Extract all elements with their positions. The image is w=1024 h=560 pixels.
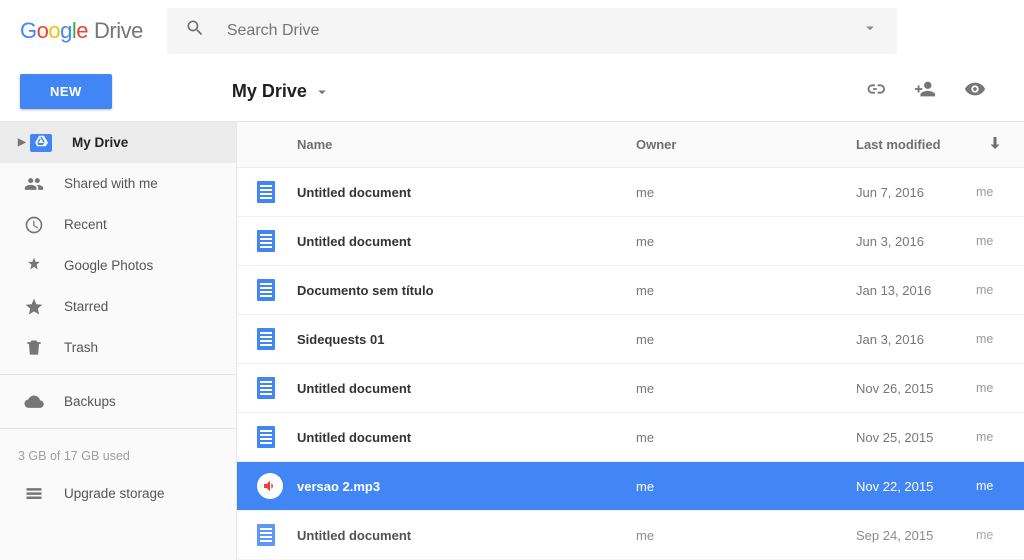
file-modified: Jun 3, 2016 (856, 234, 976, 249)
doc-icon (257, 328, 275, 350)
file-name: Untitled document (297, 234, 636, 249)
add-person-icon[interactable] (914, 78, 936, 105)
table-row[interactable]: versao 2.mp3meNov 22, 2015me (237, 462, 1024, 511)
file-owner: me (636, 234, 856, 249)
col-name[interactable]: Name (297, 137, 636, 152)
file-name: Untitled document (297, 528, 636, 543)
divider (0, 428, 236, 429)
sidebar-item-label: Backups (64, 394, 116, 409)
sidebar-item-photos[interactable]: Google Photos (0, 245, 236, 286)
file-modified-by: me (976, 185, 1004, 199)
file-name: Untitled document (297, 430, 636, 445)
table-row[interactable]: Untitled documentmeSep 24, 2015me (237, 511, 1024, 560)
sidebar-item-my-drive[interactable]: ▶ My Drive (0, 122, 236, 163)
col-modified[interactable]: Last modified (856, 137, 986, 152)
search-options-icon[interactable] (861, 19, 879, 42)
sidebar-item-label: Google Photos (64, 258, 153, 273)
file-modified-by: me (976, 234, 1004, 248)
file-modified: Jan 3, 2016 (856, 332, 976, 347)
table-row[interactable]: Untitled documentmeNov 25, 2015me (237, 413, 1024, 462)
sidebar-item-recent[interactable]: Recent (0, 204, 236, 245)
file-modified: Nov 22, 2015 (856, 479, 976, 494)
doc-icon (257, 230, 275, 252)
sidebar-item-label: Recent (64, 217, 107, 232)
file-modified-by: me (976, 528, 1004, 542)
caret-right-icon: ▶ (18, 137, 28, 148)
doc-icon (257, 181, 275, 203)
file-modified: Nov 25, 2015 (856, 430, 976, 445)
doc-icon (257, 524, 275, 546)
sidebar-item-trash[interactable]: Trash (0, 327, 236, 368)
file-owner: me (636, 332, 856, 347)
link-icon[interactable] (864, 78, 886, 105)
folder-title-label: My Drive (232, 81, 307, 102)
file-modified: Jan 13, 2016 (856, 283, 976, 298)
sidebar-item-upgrade[interactable]: Upgrade storage (0, 473, 236, 514)
file-name: Untitled document (297, 185, 636, 200)
sidebar-item-label: Upgrade storage (64, 486, 165, 501)
file-owner: me (636, 185, 856, 200)
column-header: Name Owner Last modified (237, 122, 1024, 168)
file-owner: me (636, 283, 856, 298)
file-name: Untitled document (297, 381, 636, 396)
doc-icon (257, 279, 275, 301)
search-input[interactable] (227, 22, 861, 40)
logo[interactable]: Google Drive (20, 18, 143, 44)
storage-icon (18, 484, 50, 504)
audio-icon (257, 473, 283, 499)
header: Google Drive (0, 0, 1024, 62)
sidebar: ▶ My Drive Shared with me Recent Google … (0, 122, 237, 560)
action-bar (864, 78, 986, 105)
sidebar-item-shared[interactable]: Shared with me (0, 163, 236, 204)
file-owner: me (636, 479, 856, 494)
file-name: Documento sem título (297, 283, 636, 298)
sidebar-item-label: My Drive (72, 135, 128, 150)
sort-descending-icon[interactable] (986, 134, 1004, 155)
file-modified: Jun 7, 2016 (856, 185, 976, 200)
sidebar-item-backups[interactable]: Backups (0, 381, 236, 422)
table-row[interactable]: Sidequests 01meJan 3, 2016me (237, 315, 1024, 364)
folder-breadcrumb[interactable]: My Drive (232, 81, 331, 102)
trash-icon (18, 338, 50, 358)
logo-product: Drive (94, 18, 143, 44)
file-owner: me (636, 430, 856, 445)
sidebar-item-label: Trash (64, 340, 98, 355)
preview-eye-icon[interactable] (964, 78, 986, 105)
clock-icon (18, 215, 50, 235)
file-owner: me (636, 381, 856, 396)
file-owner: me (636, 528, 856, 543)
people-icon (18, 174, 50, 194)
search-icon (185, 18, 205, 43)
file-modified-by: me (976, 479, 1004, 493)
sub-header: NEW My Drive (0, 62, 1024, 122)
file-modified-by: me (976, 283, 1004, 297)
divider (0, 374, 236, 375)
drive-icon (30, 134, 52, 152)
search-bar[interactable] (167, 8, 897, 54)
table-row[interactable]: Untitled documentmeNov 26, 2015me (237, 364, 1024, 413)
new-button[interactable]: NEW (20, 74, 112, 109)
file-modified: Nov 26, 2015 (856, 381, 976, 396)
chevron-down-icon (313, 83, 331, 101)
file-modified-by: me (976, 430, 1004, 444)
file-list: Name Owner Last modified Untitled docume… (237, 122, 1024, 560)
doc-icon (257, 426, 275, 448)
col-owner[interactable]: Owner (636, 137, 856, 152)
cloud-icon (18, 392, 50, 412)
star-icon (18, 297, 50, 317)
file-modified: Sep 24, 2015 (856, 528, 976, 543)
file-name: Sidequests 01 (297, 332, 636, 347)
photos-icon (18, 256, 50, 276)
storage-usage: 3 GB of 17 GB used (0, 435, 236, 473)
file-modified-by: me (976, 381, 1004, 395)
sidebar-item-starred[interactable]: Starred (0, 286, 236, 327)
sidebar-item-label: Starred (64, 299, 108, 314)
file-modified-by: me (976, 332, 1004, 346)
doc-icon (257, 377, 275, 399)
table-row[interactable]: Untitled documentmeJun 7, 2016me (237, 168, 1024, 217)
sidebar-item-label: Shared with me (64, 176, 158, 191)
file-name: versao 2.mp3 (297, 479, 636, 494)
table-row[interactable]: Documento sem títulomeJan 13, 2016me (237, 266, 1024, 315)
table-row[interactable]: Untitled documentmeJun 3, 2016me (237, 217, 1024, 266)
